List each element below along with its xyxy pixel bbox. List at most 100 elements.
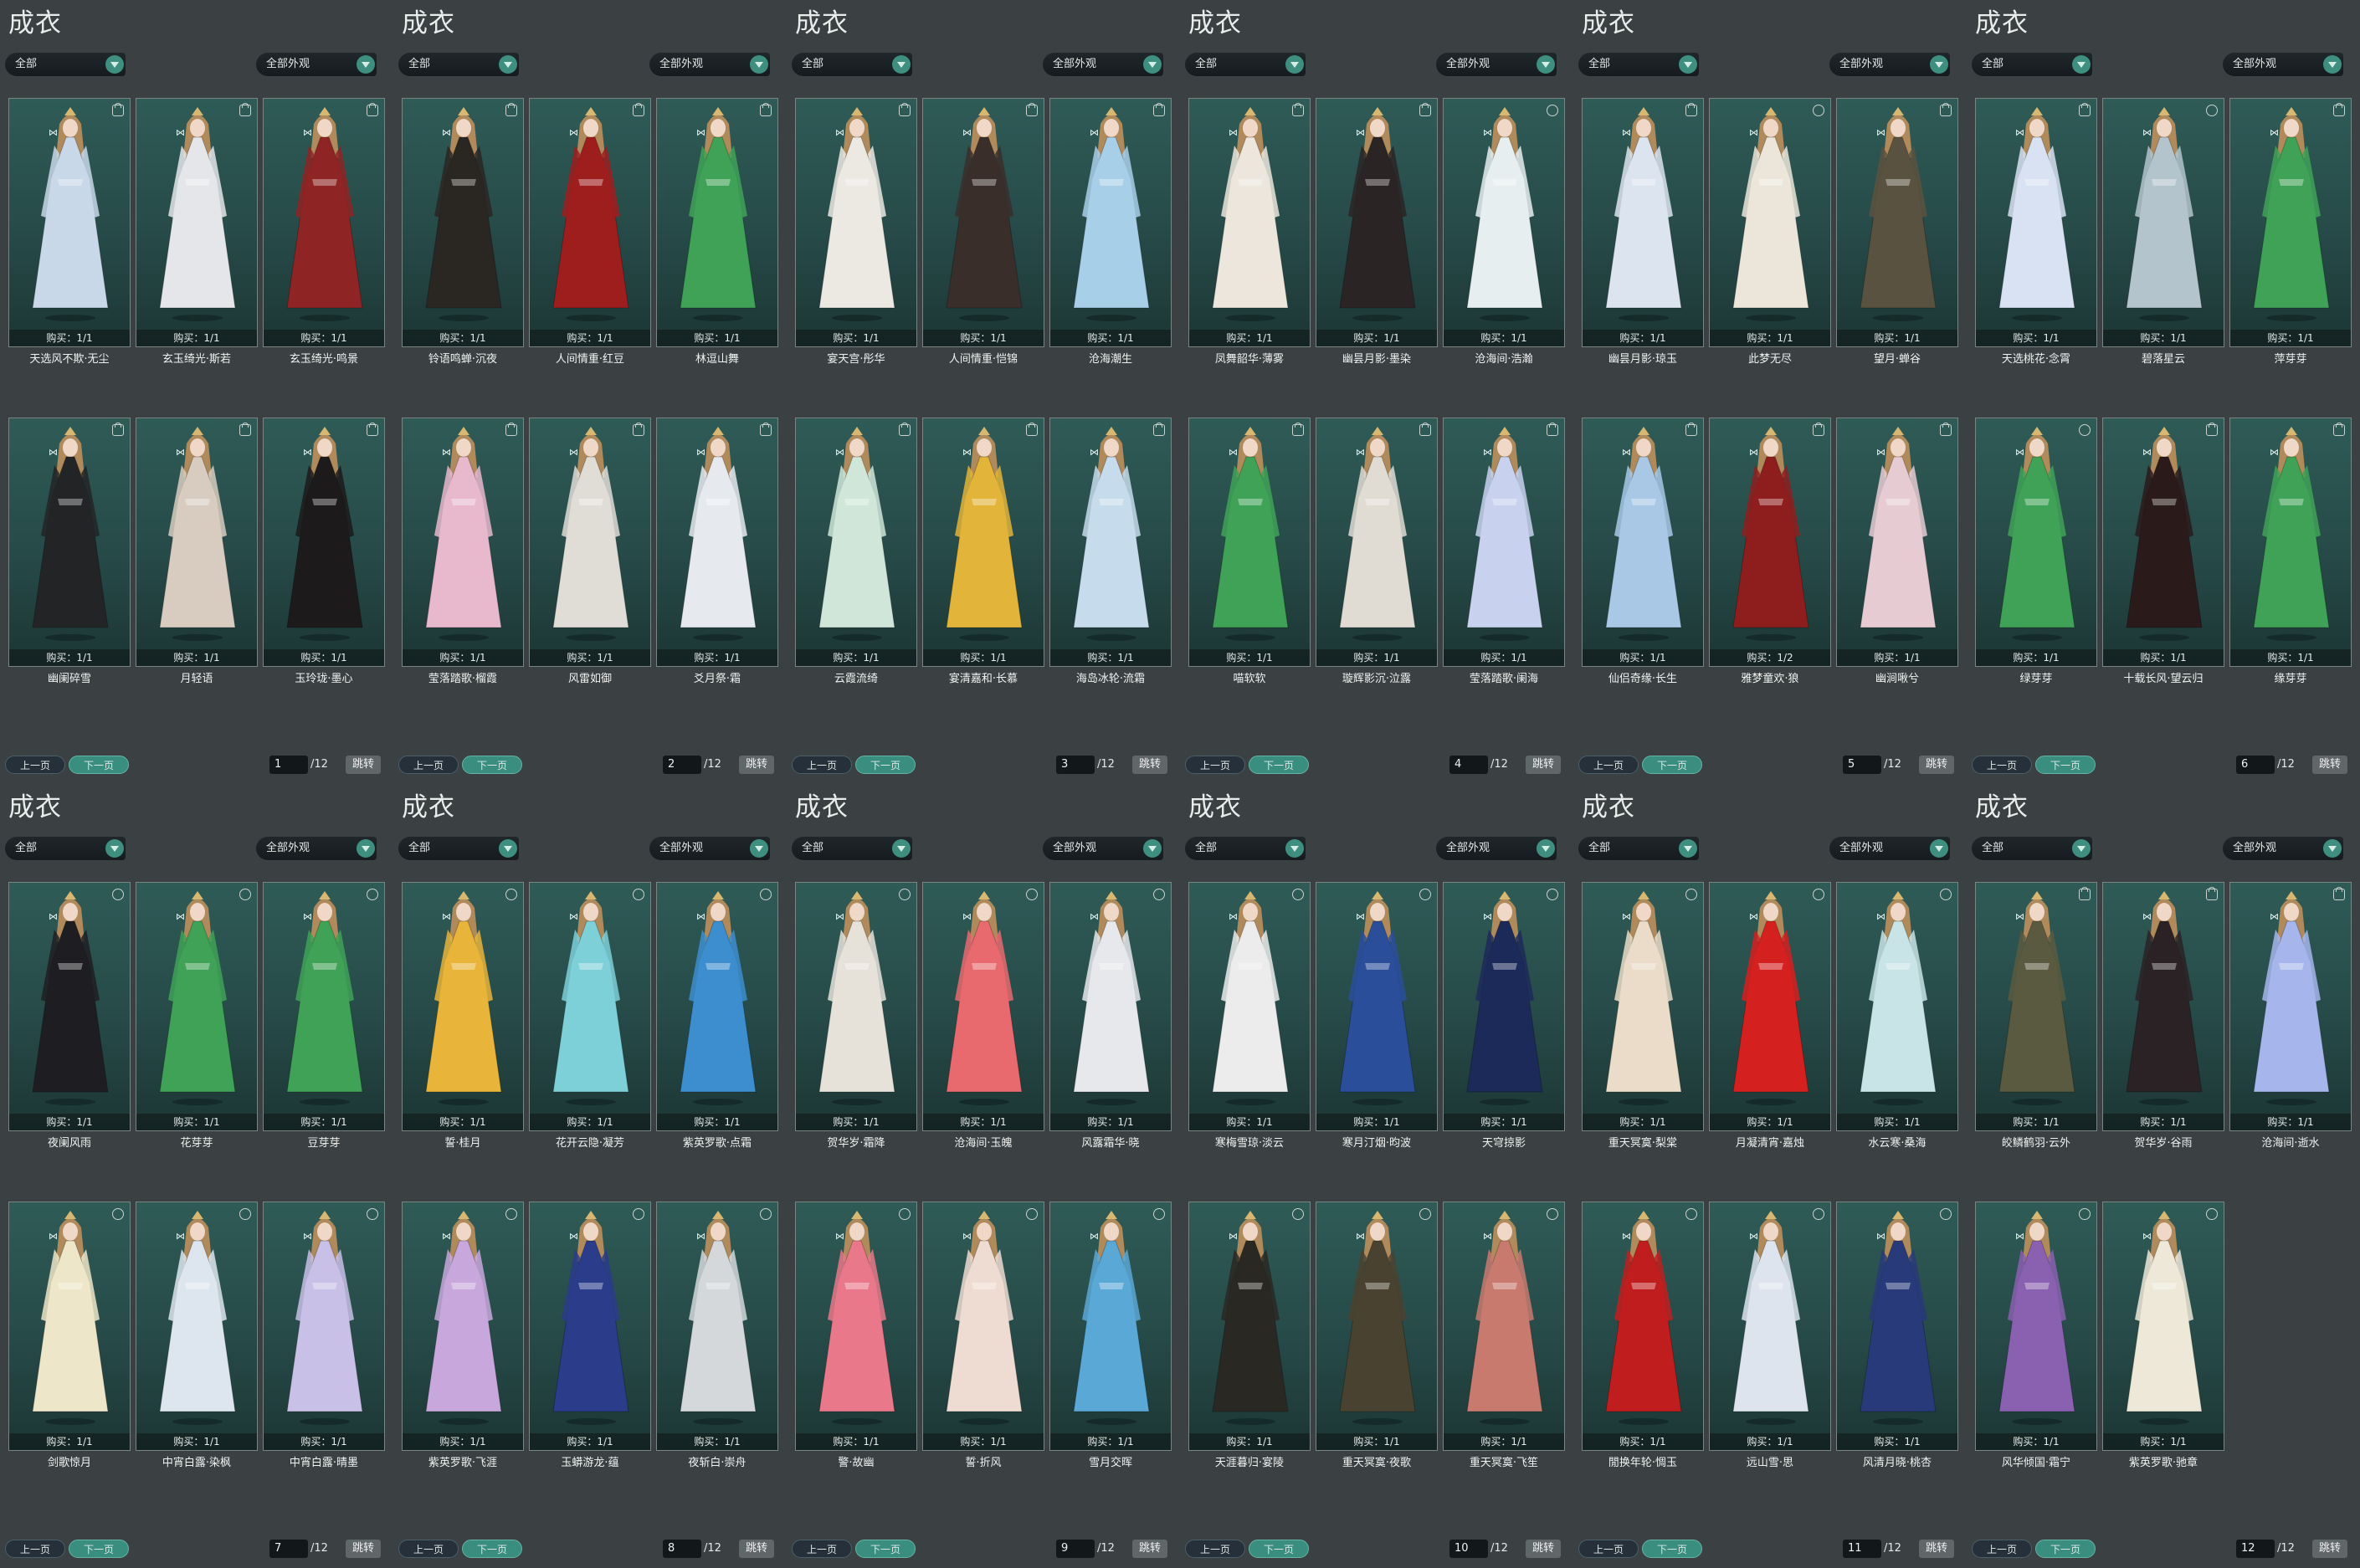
- outfit-card[interactable]: ⋈ 购买：1/1 璇辉影沉·泣露: [1316, 418, 1438, 685]
- outfit-preview[interactable]: ⋈ 购买：1/1: [922, 1202, 1044, 1451]
- appearance-dropdown[interactable]: 全部外观: [649, 837, 770, 860]
- outfit-preview[interactable]: ⋈ 购买：1/1: [402, 882, 524, 1131]
- outfit-preview[interactable]: ⋈ 购买：1/1: [1582, 1202, 1704, 1451]
- outfit-preview[interactable]: ⋈ 购买：1/1: [1188, 418, 1311, 667]
- outfit-preview[interactable]: ⋈ 购买：1/1: [1316, 882, 1438, 1131]
- outfit-card[interactable]: ⋈ 购买：1/1 重天冥寞·夜歌: [1316, 1202, 1438, 1469]
- page-number-input[interactable]: 7: [269, 1540, 308, 1558]
- category-dropdown[interactable]: 全部: [1185, 837, 1306, 860]
- next-page-button[interactable]: 下一页: [69, 1540, 129, 1558]
- appearance-dropdown[interactable]: 全部外观: [2223, 53, 2343, 76]
- prev-page-button[interactable]: 上一页: [1972, 1540, 2032, 1558]
- outfit-card[interactable]: ⋈ 购买：1/1 紫英罗歌·飞涯: [402, 1202, 524, 1469]
- outfit-card[interactable]: ⋈ 购买：1/1 凤舞韶华·薄雾: [1188, 98, 1311, 366]
- outfit-preview[interactable]: ⋈ 购买：1/1: [136, 1202, 258, 1451]
- outfit-preview[interactable]: ⋈ 购买：1/1: [8, 418, 131, 667]
- outfit-preview[interactable]: ⋈ 购买：1/1: [1836, 98, 1958, 347]
- outfit-preview[interactable]: ⋈ 购买：1/1: [136, 98, 258, 347]
- outfit-preview[interactable]: ⋈ 购买：1/1: [2229, 882, 2352, 1131]
- outfit-preview[interactable]: ⋈ 购买：1/1: [1188, 98, 1311, 347]
- outfit-preview[interactable]: ⋈ 购买：1/1: [1975, 418, 2097, 667]
- page-number-input[interactable]: 4: [1449, 756, 1488, 774]
- category-dropdown[interactable]: 全部: [5, 837, 126, 860]
- outfit-preview[interactable]: ⋈ 购买：1/1: [2229, 418, 2352, 667]
- jump-button[interactable]: 跳转: [2312, 756, 2347, 774]
- outfit-preview[interactable]: ⋈ 购买：1/1: [2102, 418, 2224, 667]
- appearance-dropdown[interactable]: 全部外观: [1829, 53, 1950, 76]
- outfit-preview[interactable]: ⋈ 购买：1/1: [795, 1202, 917, 1451]
- outfit-card[interactable]: ⋈ 购买：1/1 玉玲珑·墨心: [263, 418, 385, 685]
- outfit-preview[interactable]: ⋈ 购买：1/1: [1709, 98, 1831, 347]
- outfit-preview[interactable]: ⋈ 购买：1/1: [1049, 418, 1172, 667]
- outfit-card[interactable]: ⋈ 购买：1/1 紫英罗歌·驰章: [2102, 1202, 2224, 1469]
- outfit-card[interactable]: ⋈ 购买：1/1 玄玉绮光·斯若: [136, 98, 258, 366]
- outfit-card[interactable]: ⋈ 购买：1/1 月凝清宵·嘉烛: [1709, 882, 1831, 1150]
- outfit-preview[interactable]: ⋈ 购买：1/1: [1836, 418, 1958, 667]
- outfit-card[interactable]: ⋈ 购买：1/1 沧海间·玉魄: [922, 882, 1044, 1150]
- outfit-preview[interactable]: ⋈ 购买：1/1: [922, 418, 1044, 667]
- category-dropdown[interactable]: 全部: [1578, 837, 1699, 860]
- outfit-preview[interactable]: ⋈ 购买：1/1: [263, 418, 385, 667]
- outfit-card[interactable]: ⋈ 购买：1/1 幽阑碎雪: [8, 418, 131, 685]
- outfit-preview[interactable]: ⋈ 购买：1/1: [1049, 98, 1172, 347]
- outfit-preview[interactable]: ⋈ 购买：1/1: [1188, 1202, 1311, 1451]
- outfit-card[interactable]: ⋈ 购买：1/1 望月·蝉谷: [1836, 98, 1958, 366]
- jump-button[interactable]: 跳转: [346, 756, 381, 774]
- outfit-card[interactable]: ⋈ 购买：1/1 天选风不欺·无尘: [8, 98, 131, 366]
- outfit-card[interactable]: ⋈ 购买：1/1 爻月祭·霜: [656, 418, 778, 685]
- outfit-preview[interactable]: ⋈ 购买：1/1: [656, 1202, 778, 1451]
- outfit-card[interactable]: ⋈ 购买：1/1 剑歌惊月: [8, 1202, 131, 1469]
- prev-page-button[interactable]: 上一页: [5, 756, 65, 774]
- page-number-input[interactable]: 9: [1056, 1540, 1095, 1558]
- outfit-preview[interactable]: ⋈ 购买：1/1: [1709, 882, 1831, 1131]
- next-page-button[interactable]: 下一页: [462, 756, 522, 774]
- prev-page-button[interactable]: 上一页: [1972, 756, 2032, 774]
- outfit-card[interactable]: ⋈ 购买：1/1 閒换年轮·惆玉: [1582, 1202, 1704, 1469]
- next-page-button[interactable]: 下一页: [1249, 756, 1309, 774]
- jump-button[interactable]: 跳转: [346, 1540, 381, 1558]
- outfit-card[interactable]: ⋈ 购买：1/1 风雷如御: [529, 418, 651, 685]
- outfit-preview[interactable]: ⋈ 购买：1/1: [136, 418, 258, 667]
- outfit-preview[interactable]: ⋈ 购买：1/1: [795, 418, 917, 667]
- outfit-card[interactable]: ⋈ 购买：1/1 铃语鸣蝉·沉夜: [402, 98, 524, 366]
- outfit-card[interactable]: ⋈ 购买：1/1 花开云隐·凝芳: [529, 882, 651, 1150]
- outfit-preview[interactable]: ⋈ 购买：1/1: [1316, 1202, 1438, 1451]
- outfit-card[interactable]: ⋈ 购买：1/1 绿芽芽: [1975, 418, 2097, 685]
- outfit-preview[interactable]: ⋈ 购买：1/1: [529, 882, 651, 1131]
- outfit-preview[interactable]: ⋈ 购买：1/1: [2229, 98, 2352, 347]
- outfit-card[interactable]: ⋈ 购买：1/1 月轻语: [136, 418, 258, 685]
- prev-page-button[interactable]: 上一页: [1578, 1540, 1639, 1558]
- prev-page-button[interactable]: 上一页: [792, 1540, 852, 1558]
- outfit-card[interactable]: ⋈ 购买：1/2 雅梦童欢·狼: [1709, 418, 1831, 685]
- category-dropdown[interactable]: 全部: [792, 53, 912, 76]
- appearance-dropdown[interactable]: 全部外观: [1436, 837, 1557, 860]
- outfit-card[interactable]: ⋈ 购买：1/1 莹落踏歌·榴霞: [402, 418, 524, 685]
- category-dropdown[interactable]: 全部: [5, 53, 126, 76]
- outfit-card[interactable]: ⋈ 购买：1/1 夜阑风雨: [8, 882, 131, 1150]
- page-number-input[interactable]: 12: [2236, 1540, 2275, 1558]
- appearance-dropdown[interactable]: 全部外观: [1043, 837, 1163, 860]
- next-page-button[interactable]: 下一页: [1642, 756, 1702, 774]
- outfit-preview[interactable]: ⋈ 购买：1/1: [1316, 98, 1438, 347]
- outfit-preview[interactable]: ⋈ 购买：1/1: [795, 98, 917, 347]
- outfit-preview[interactable]: ⋈ 购买：1/1: [8, 1202, 131, 1451]
- next-page-button[interactable]: 下一页: [1249, 1540, 1309, 1558]
- outfit-preview[interactable]: ⋈ 购买：1/1: [1836, 1202, 1958, 1451]
- prev-page-button[interactable]: 上一页: [5, 1540, 65, 1558]
- outfit-card[interactable]: ⋈ 购买：1/1 沧海间·浩瀚: [1443, 98, 1565, 366]
- outfit-card[interactable]: ⋈ 购买：1/1 贺华岁·霜降: [795, 882, 917, 1150]
- outfit-preview[interactable]: ⋈ 购买：1/1: [529, 98, 651, 347]
- outfit-preview[interactable]: ⋈ 购买：1/1: [8, 98, 131, 347]
- outfit-card[interactable]: ⋈ 购买：1/1 莹落踏歌·阑海: [1443, 418, 1565, 685]
- outfit-card[interactable]: ⋈ 购买：1/1 雪月交晖: [1049, 1202, 1172, 1469]
- outfit-preview[interactable]: ⋈ 购买：1/1: [795, 882, 917, 1131]
- outfit-preview[interactable]: ⋈ 购买：1/1: [1582, 882, 1704, 1131]
- outfit-card[interactable]: ⋈ 购买：1/1 沧海潮生: [1049, 98, 1172, 366]
- outfit-card[interactable]: ⋈ 购买：1/1 天涯暮归·宴陵: [1188, 1202, 1311, 1469]
- outfit-preview[interactable]: ⋈ 购买：1/1: [1316, 418, 1438, 667]
- appearance-dropdown[interactable]: 全部外观: [1829, 837, 1950, 860]
- outfit-card[interactable]: ⋈ 购买：1/1 人间情重·红豆: [529, 98, 651, 366]
- outfit-card[interactable]: ⋈ 购买：1/1 贺华岁·谷雨: [2102, 882, 2224, 1150]
- page-number-input[interactable]: 5: [1843, 756, 1881, 774]
- outfit-preview[interactable]: ⋈ 购买：1/1: [8, 882, 131, 1131]
